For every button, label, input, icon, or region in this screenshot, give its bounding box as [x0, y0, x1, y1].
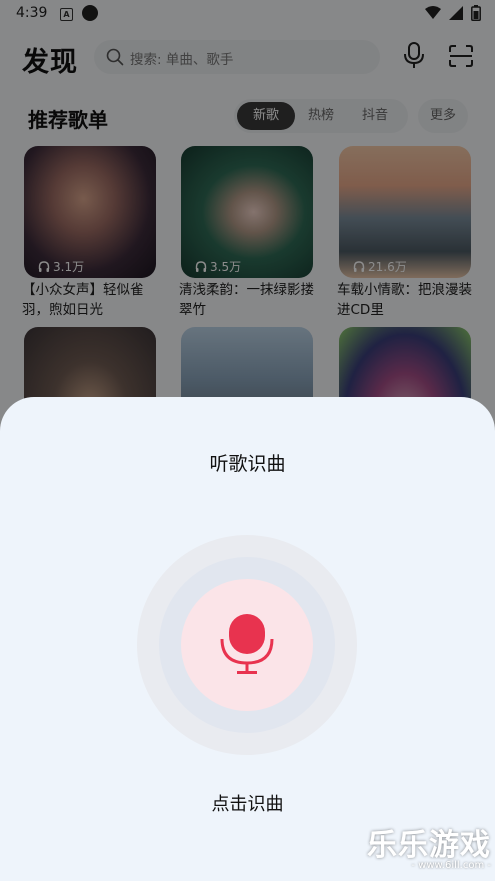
recognize-sheet: 听歌识曲 点击识曲 乐乐游戏 - www.6ill.com -	[0, 397, 495, 881]
watermark-logo-text: 乐乐游戏	[367, 828, 491, 863]
sheet-title: 听歌识曲	[209, 453, 286, 475]
recognize-label[interactable]: 点击识曲	[0, 790, 495, 816]
watermark: 乐乐游戏 - www.6ill.com -	[367, 820, 491, 871]
mic-icon[interactable]	[219, 613, 275, 675]
